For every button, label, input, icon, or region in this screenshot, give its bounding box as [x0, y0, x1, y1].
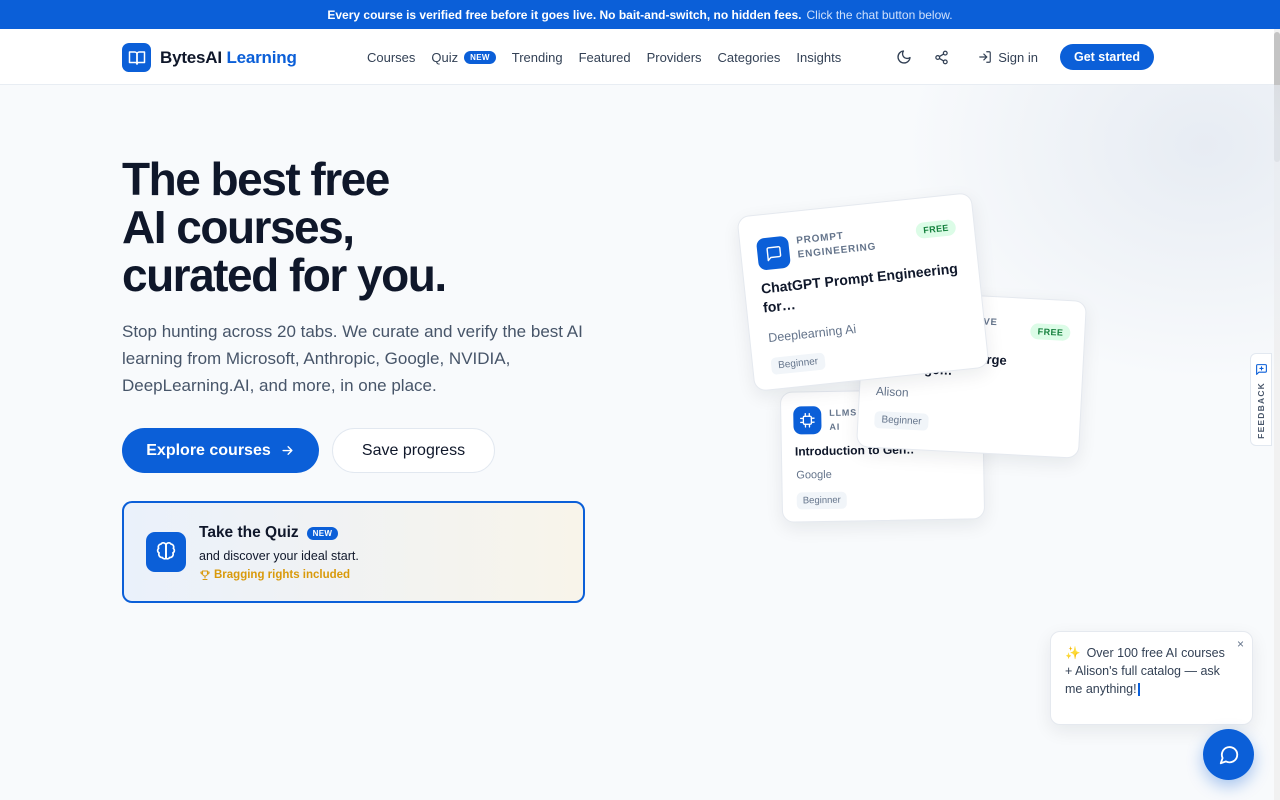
nav-providers-label: Providers — [646, 49, 702, 65]
quiz-title-text: Take the Quiz — [199, 524, 299, 541]
course-card-provider: Google — [796, 468, 832, 482]
quiz-perk: Bragging rights included — [199, 569, 350, 581]
hero-title-line: The best free — [122, 153, 390, 205]
quiz-perk-text: Bragging rights included — [214, 569, 351, 581]
chat-message: Over 100 free AI courses + Alison's full… — [1065, 646, 1225, 696]
brain-icon — [146, 532, 186, 572]
chat-teaser: ✨ Over 100 free AI courses + Alison's ful… — [1050, 631, 1253, 725]
category-line: LLMS — [829, 407, 858, 418]
nav-insights-label: Insights — [796, 49, 842, 65]
chat-bubble-icon — [1219, 745, 1238, 764]
hero-title-line: curated for you. — [122, 249, 447, 301]
nav-courses[interactable]: Courses — [367, 50, 415, 65]
chat-button[interactable] — [1203, 729, 1254, 780]
brand-logo[interactable]: BytesAI Learning — [122, 43, 297, 72]
nav-featured-label: Featured — [578, 49, 631, 65]
nav-providers[interactable]: Providers — [647, 50, 702, 65]
course-card-prompt-engineering[interactable]: PROMPT ENGINEERING FREE ChatGPT Prompt E… — [736, 192, 990, 392]
hero-title: The best free AI courses, curated for yo… — [122, 153, 447, 301]
announcement-bar: Every course is verified free before it … — [0, 0, 1280, 29]
feedback-tab[interactable]: FEEDBACK — [1250, 353, 1272, 446]
feedback-label: FEEDBACK — [1256, 382, 1266, 439]
nav-quiz-label: Quiz — [431, 49, 459, 65]
category-line: AI — [829, 421, 841, 432]
arrow-right-icon — [282, 446, 293, 455]
nav-quiz-new-badge: NEW — [464, 50, 496, 64]
brand-name: BytesAI Learning — [160, 48, 297, 68]
hero-title-line: AI courses, — [122, 201, 355, 253]
quiz-new-badge: NEW — [306, 526, 339, 540]
course-card-category: PROMPT ENGINEERING — [796, 226, 877, 262]
typing-caret — [1137, 683, 1140, 697]
free-badge: FREE — [915, 218, 957, 240]
trophy-icon — [200, 570, 210, 581]
nav-categories[interactable]: Categories — [718, 50, 781, 65]
hero-description: Stop hunting across 20 tabs. We curate a… — [122, 322, 583, 395]
chat-teaser-text: ✨ Over 100 free AI courses + Alison's ful… — [1065, 644, 1235, 698]
brand-name-main: BytesAI — [160, 47, 222, 67]
quiz-title: Take the Quiz NEW — [199, 524, 339, 542]
announcement-text: Every course is verified free before it … — [327, 7, 802, 22]
message-plus-icon — [1255, 364, 1267, 375]
category-line: PROMPT — [795, 230, 845, 247]
quiz-card[interactable]: Take the Quiz NEW and discover your idea… — [122, 501, 585, 603]
course-card-title: ChatGPT Prompt Engineering for… — [760, 260, 959, 316]
sign-in-label: Sign in — [998, 49, 1038, 65]
nav-actions: Sign in Get started — [889, 29, 1154, 85]
get-started-button[interactable]: Get started — [1060, 44, 1154, 70]
free-badge: FREE — [1030, 323, 1071, 342]
announcement-subtext: Click the chat button below. — [806, 7, 953, 22]
main-menu: Courses Quiz NEW Trending Featured Provid… — [367, 29, 841, 85]
course-card-provider: Deeplearning Ai — [767, 321, 857, 346]
chip-icon — [793, 406, 822, 435]
nav-courses-label: Courses — [367, 49, 416, 65]
login-arrow-icon — [979, 51, 992, 63]
nav-trending[interactable]: Trending — [512, 50, 563, 65]
nav-quiz[interactable]: Quiz NEW — [431, 49, 496, 65]
explore-courses-label: Explore courses — [146, 441, 271, 459]
open-book-icon — [122, 43, 151, 72]
course-card-level: Beginner — [796, 491, 847, 510]
explore-courses-button[interactable]: Explore courses — [122, 428, 319, 473]
course-card-provider: Alison — [875, 384, 909, 400]
sign-in-link[interactable]: Sign in — [978, 50, 1038, 65]
save-progress-button[interactable]: Save progress — [332, 428, 495, 473]
moon-icon — [897, 50, 911, 64]
nav-insights[interactable]: Insights — [796, 50, 841, 65]
sparkle-icon: ✨ — [1065, 646, 1081, 660]
nav-categories-label: Categories — [717, 49, 781, 65]
course-card-level: Beginner — [770, 352, 826, 375]
share-icon — [935, 50, 948, 64]
nav-featured[interactable]: Featured — [579, 50, 631, 65]
top-nav: BytesAI Learning Courses Quiz NEW Trendin… — [0, 29, 1280, 85]
course-card-category: LLMS AI — [829, 405, 857, 433]
message-square-icon — [755, 235, 792, 271]
share-button[interactable] — [926, 42, 956, 72]
nav-trending-label: Trending — [511, 49, 563, 65]
close-icon[interactable]: × — [1237, 637, 1244, 651]
quiz-subtitle: and discover your ideal start. — [199, 549, 359, 563]
course-card-level: Beginner — [874, 410, 929, 431]
brand-name-accent: Learning — [226, 47, 297, 67]
theme-toggle-button[interactable] — [889, 42, 919, 72]
